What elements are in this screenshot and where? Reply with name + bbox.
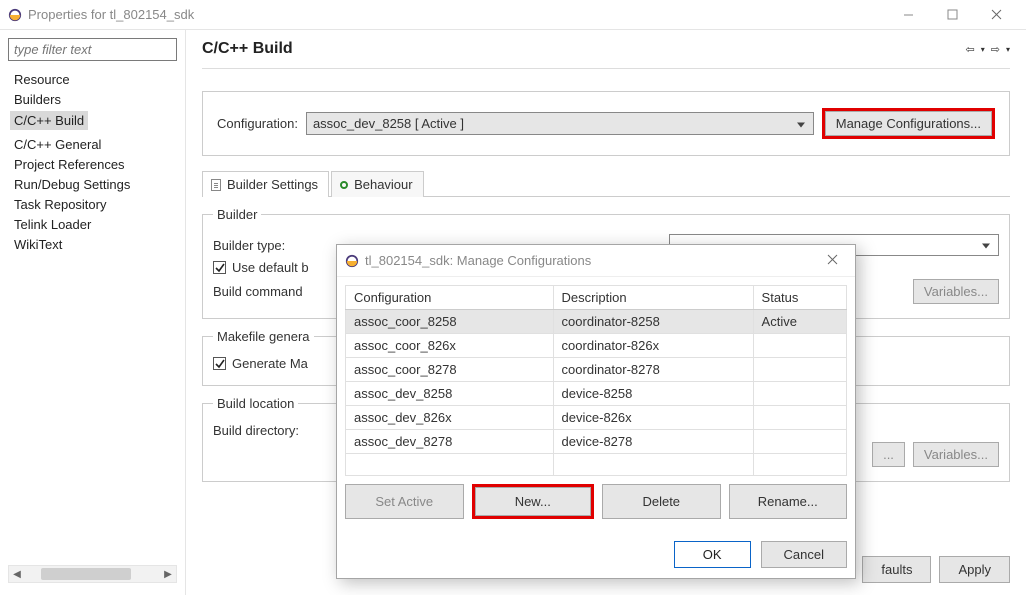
col-configuration[interactable]: Configuration [346, 286, 554, 310]
radio-icon [340, 181, 348, 189]
cell-config: assoc_coor_8278 [346, 358, 554, 382]
page-title: C/C++ Build [202, 40, 966, 58]
scroll-left-icon[interactable]: ◀ [9, 569, 25, 580]
tree-item-run-debug[interactable]: Run/Debug Settings [10, 175, 175, 194]
delete-config-button[interactable]: Delete [602, 484, 721, 519]
header-separator [202, 68, 1010, 69]
cell-desc: coordinator-826x [553, 334, 753, 358]
col-status[interactable]: Status [753, 286, 846, 310]
manage-configurations-button[interactable]: Manage Configurations... [825, 111, 992, 136]
apply-button[interactable]: Apply [939, 556, 1010, 583]
cell-status [753, 430, 846, 454]
close-button[interactable] [974, 1, 1018, 29]
cell-config: assoc_dev_8258 [346, 382, 554, 406]
table-row[interactable]: assoc_dev_8278device-8278 [346, 430, 847, 454]
minimize-button[interactable] [886, 1, 930, 29]
highlight-new-config: New... [472, 484, 595, 519]
manage-configurations-dialog: tl_802154_sdk: Manage Configurations Con… [336, 244, 856, 579]
eclipse-icon [345, 254, 359, 268]
browse-button-1[interactable]: ... [872, 442, 905, 467]
maximize-button[interactable] [930, 1, 974, 29]
dialog-title: tl_802154_sdk: Manage Configurations [365, 253, 817, 268]
properties-tree-sidebar: Resource Builders C/C++ Build C/C++ Gene… [0, 30, 186, 595]
cancel-button[interactable]: Cancel [761, 541, 847, 568]
new-config-button[interactable]: New... [475, 487, 592, 516]
scroll-right-icon[interactable]: ▶ [160, 569, 176, 580]
table-row[interactable]: assoc_coor_8258coordinator-8258Active [346, 310, 847, 334]
page-nav-arrows: ⇦ ▾ ⇨ ▾ [966, 43, 1010, 56]
build-directory-label: Build directory: [213, 423, 333, 438]
rename-config-button[interactable]: Rename... [729, 484, 848, 519]
cell-desc: device-826x [553, 406, 753, 430]
cell-status: Active [753, 310, 846, 334]
cell-config: assoc_coor_826x [346, 334, 554, 358]
build-location-legend: Build location [213, 396, 298, 411]
table-row[interactable]: assoc_dev_826xdevice-826x [346, 406, 847, 430]
tree-item-builders[interactable]: Builders [10, 90, 175, 109]
table-row[interactable]: assoc_dev_8258device-8258 [346, 382, 847, 406]
configuration-label: Configuration: [217, 116, 298, 131]
table-row[interactable]: assoc_coor_8278coordinator-8278 [346, 358, 847, 382]
cell-status [753, 406, 846, 430]
cell-status [753, 382, 846, 406]
cell-config: assoc_coor_8258 [346, 310, 554, 334]
eclipse-icon [8, 8, 22, 22]
checkbox-checked-icon [213, 261, 226, 274]
tree-item-project-references[interactable]: Project References [10, 155, 175, 174]
cell-config: assoc_dev_826x [346, 406, 554, 430]
configurations-table[interactable]: Configuration Description Status assoc_c… [345, 285, 847, 476]
build-dir-variables-button[interactable]: Variables... [913, 442, 999, 467]
sidebar-hscrollbar[interactable]: ◀ ▶ [8, 565, 177, 583]
cell-config: assoc_dev_8278 [346, 430, 554, 454]
configuration-select[interactable]: assoc_dev_8258 [ Active ] [306, 112, 814, 135]
configuration-panel: Configuration: assoc_dev_8258 [ Active ]… [202, 91, 1010, 156]
back-icon[interactable]: ⇦ [966, 43, 975, 56]
tree-item-telink-loader[interactable]: Telink Loader [10, 215, 175, 234]
window-titlebar: Properties for tl_802154_sdk [0, 0, 1026, 30]
filter-input[interactable] [8, 38, 177, 61]
highlight-manage-configs: Manage Configurations... [822, 108, 995, 139]
dialog-titlebar: tl_802154_sdk: Manage Configurations [337, 245, 855, 277]
cell-status [753, 334, 846, 358]
tab-strip: Builder Settings Behaviour [202, 170, 1010, 197]
dialog-close-button[interactable] [817, 253, 847, 268]
window-title: Properties for tl_802154_sdk [28, 7, 886, 22]
document-icon [211, 179, 221, 191]
build-command-label: Build command [213, 284, 333, 299]
cell-desc: device-8258 [553, 382, 753, 406]
table-row[interactable]: assoc_coor_826xcoordinator-826x [346, 334, 847, 358]
tree-item-wikitext[interactable]: WikiText [10, 235, 175, 254]
tree-item-resource[interactable]: Resource [10, 70, 175, 89]
build-cmd-variables-button[interactable]: Variables... [913, 279, 999, 304]
ok-button[interactable]: OK [674, 541, 751, 568]
checkbox-checked-icon [213, 357, 226, 370]
tree-item-task-repository[interactable]: Task Repository [10, 195, 175, 214]
tree-item-ccpp-build[interactable]: C/C++ Build [10, 111, 88, 130]
tree-item-ccpp-general[interactable]: C/C++ General [10, 135, 175, 154]
builder-legend: Builder [213, 207, 261, 222]
scroll-thumb[interactable] [41, 568, 131, 580]
set-active-button[interactable]: Set Active [345, 484, 464, 519]
tab-builder-settings[interactable]: Builder Settings [202, 171, 329, 197]
cell-desc: coordinator-8258 [553, 310, 753, 334]
forward-menu-icon[interactable]: ▾ [1006, 45, 1010, 54]
cell-status [753, 358, 846, 382]
makefile-legend: Makefile genera [213, 329, 314, 344]
back-menu-icon[interactable]: ▾ [981, 45, 985, 54]
cell-desc: device-8278 [553, 430, 753, 454]
tab-behaviour[interactable]: Behaviour [331, 171, 424, 197]
restore-defaults-button[interactable]: faults [862, 556, 931, 583]
properties-tree[interactable]: Resource Builders C/C++ Build C/C++ Gene… [4, 69, 181, 561]
builder-type-label: Builder type: [213, 238, 333, 253]
cell-desc: coordinator-8278 [553, 358, 753, 382]
forward-icon[interactable]: ⇨ [991, 43, 1000, 56]
col-description[interactable]: Description [553, 286, 753, 310]
